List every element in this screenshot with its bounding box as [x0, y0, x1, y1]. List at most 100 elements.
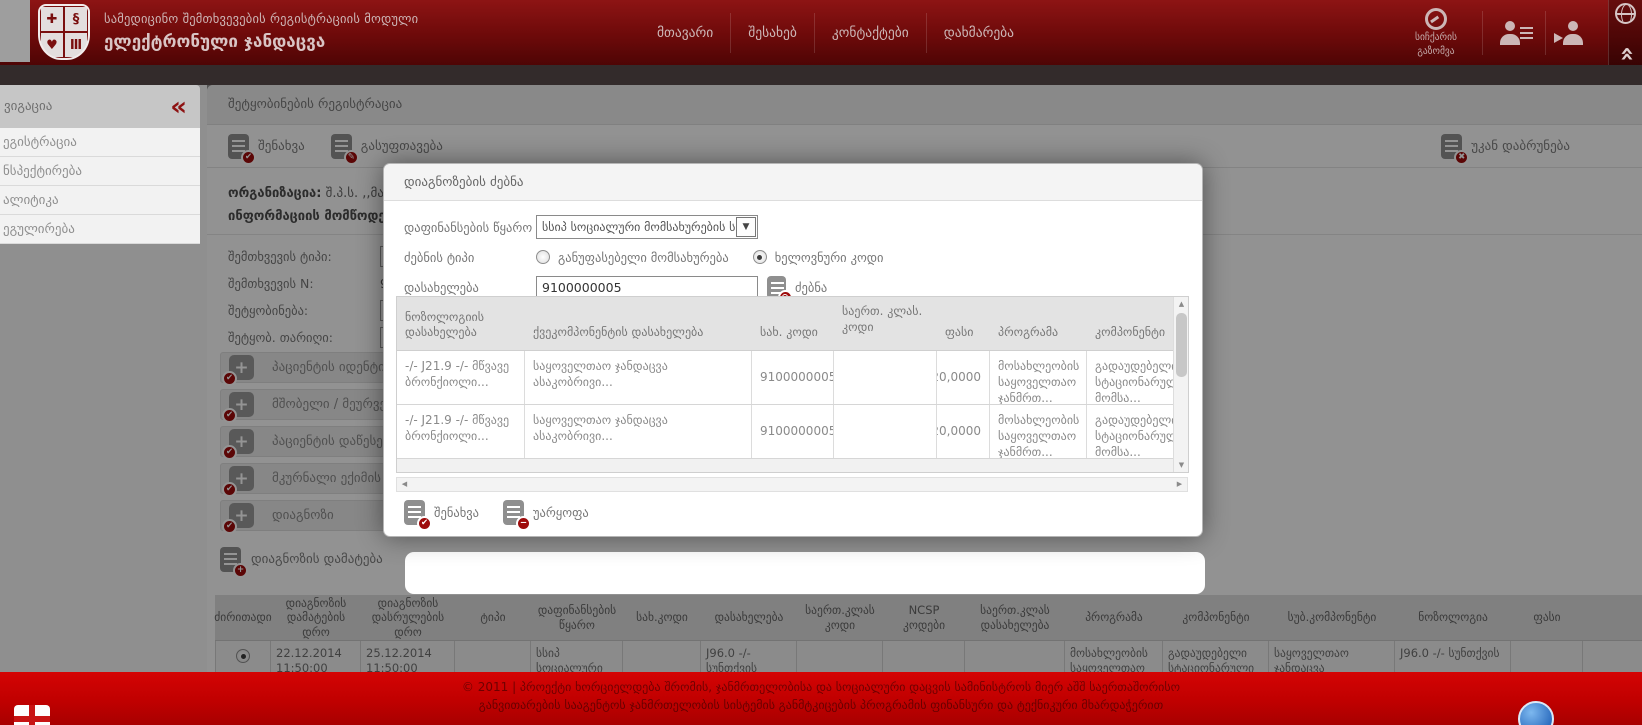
modal-cancel-button[interactable]: − უარყოფა — [503, 500, 589, 525]
modal-form: დაფინანსების წყარო სსიპ სოციალური მომსახ… — [384, 201, 1202, 300]
cell-subcomponent: საყოველთაო ჯანდაცვა ასაკობრივი... — [525, 351, 752, 404]
sidebar: ვიგაცია « ეგისტრაცია ნსპექტირება ალიტიკა… — [0, 85, 200, 244]
nav-home[interactable]: მთავარი — [640, 25, 730, 41]
column-icon: Ⅲ — [64, 32, 88, 58]
cell-price: 220,0000 — [937, 405, 990, 458]
cell-subcomponent: საყოველთაო ჯანდაცვა ასაკობრივი... — [525, 405, 752, 458]
globe-icon[interactable] — [1615, 3, 1636, 24]
sidebar-collapse-icon[interactable]: « — [170, 97, 187, 117]
search-results-table: ნოზოლოგიის დასახელება ქვეკომპონენტის დას… — [396, 296, 1189, 473]
save-doc-icon: ✔ — [404, 500, 425, 525]
app-logo: ✚ § ♥ Ⅲ — [38, 4, 90, 60]
user-profile-icon[interactable] — [1497, 21, 1531, 45]
page-gap-strip — [0, 65, 1642, 85]
scroll-left-icon[interactable]: ◀ — [397, 478, 412, 491]
col-nosology-name: ნოზოლოგიის დასახელება — [397, 297, 525, 350]
white-popup-panel — [405, 552, 1205, 594]
gauge-icon — [1425, 8, 1447, 30]
sidebar-item-analytics[interactable]: ალიტიკა — [0, 186, 200, 215]
radio-priced-service[interactable]: განუფასებელი მომსახურება — [536, 250, 729, 265]
speed-test-button[interactable]: სიჩქარის გაზომვა — [1390, 8, 1482, 58]
horizontal-scrollbar[interactable]: ◀ ▶ — [396, 477, 1188, 492]
cell-intl-code — [834, 351, 937, 404]
funding-source-label: დაფინანსების წყარო — [404, 220, 536, 235]
cell-program: მოსახლეობის საყოველთაო ჯანმრთ... — [990, 405, 1087, 458]
cross-icon: ✚ — [40, 6, 64, 32]
col-price: ფასი — [937, 297, 990, 350]
cell-nosology: -/- J21.9 -/- მწვავე ბრონქიოლი... — [397, 405, 525, 458]
funding-source-value: სსიპ სოციალური მომსახურების საა — [537, 220, 735, 234]
search-type-row: ძებნის ტიპი განუფასებელი მომსახურება ხელ… — [404, 244, 1202, 270]
radio-icon[interactable] — [536, 250, 550, 264]
scroll-right-icon[interactable]: ▶ — [1172, 478, 1187, 491]
radio-priced-label: განუფასებელი მომსახურება — [558, 250, 729, 265]
header-divider — [1482, 11, 1483, 55]
name-label: დასახელება — [404, 280, 536, 295]
modal-actions: ✔ შენახვა − უარყოფა — [404, 500, 589, 525]
cell-program: მოსახლეობის საყოველთაო ჯანმრთ... — [990, 351, 1087, 404]
radio-manual-code[interactable]: ხელოვნური კოდი — [753, 250, 884, 265]
diagnosis-search-modal: დიაგნოზების ძებნა დაფინანსების წყარო სსი… — [383, 163, 1203, 537]
cell-code: 9100000005/1 — [752, 405, 834, 458]
minus-badge-icon: − — [516, 516, 531, 531]
vertical-scrollbar[interactable]: ▲ ▼ — [1173, 297, 1188, 472]
funding-source-row: დაფინანსების წყარო სსიპ სოციალური მომსახ… — [404, 214, 1202, 240]
main-nav: მთავარი შესახებ კონტაქტები დახმარება — [640, 0, 1031, 65]
sidebar-header: ვიგაცია « — [0, 85, 200, 128]
cell-component: გადაუდებელი სტაციონარული მომსა... — [1087, 351, 1174, 404]
nav-help[interactable]: დახმარება — [927, 25, 1031, 41]
nav-contacts[interactable]: კონტაქტები — [815, 25, 926, 41]
sidebar-item-registration[interactable]: ეგისტრაცია — [0, 128, 200, 157]
cancel-doc-icon: − — [503, 500, 524, 525]
nav-about[interactable]: შესახებ — [731, 25, 814, 41]
cell-component: გადაუდებელი სტაციონარული მომსა... — [1087, 405, 1174, 458]
result-row[interactable]: -/- J21.9 -/- მწვავე ბრონქიოლი... საყოვე… — [397, 405, 1188, 459]
logout-icon[interactable] — [1560, 21, 1594, 45]
user-list-lines — [1520, 27, 1533, 41]
col-component: კომპონენტი — [1087, 297, 1174, 350]
header-actions: სიჩქარის გაზომვა — [1390, 0, 1608, 65]
collapse-header-icon[interactable]: » — [1615, 46, 1635, 62]
modal-cancel-label: უარყოფა — [533, 505, 589, 520]
chevron-down-icon[interactable]: ▼ — [736, 217, 756, 237]
col-intl-class-code: საერთ. კლას. კოდი — [834, 297, 937, 350]
result-row[interactable]: -/- J21.9 -/- მწვავე ბრონქიოლი... საყოვე… — [397, 351, 1188, 405]
modal-save-button[interactable]: ✔ შენახვა — [404, 500, 479, 525]
check-badge-icon: ✔ — [417, 516, 432, 531]
footer-line-1: © 2011 | პროექტი ხორციელდება შრომის, ჯან… — [0, 680, 1642, 694]
header-divider — [1545, 11, 1546, 55]
header-edge-strip: » — [1608, 0, 1642, 65]
top-header: ✚ § ♥ Ⅲ სამედიცინო შემთხვევების რეგისტრა… — [0, 0, 1642, 65]
funding-source-select[interactable]: სსიპ სოციალური მომსახურების საა ▼ — [536, 215, 758, 239]
page-corner — [0, 0, 30, 62]
app: ✚ § ♥ Ⅲ სამედიცინო შემთხვევების რეგისტრა… — [0, 0, 1642, 725]
radio-manual-label: ხელოვნური კოდი — [775, 250, 884, 265]
caduceus-icon: § — [64, 6, 88, 32]
scroll-up-icon[interactable]: ▲ — [1174, 297, 1189, 311]
name-search-input[interactable] — [536, 276, 758, 298]
table-filler — [397, 459, 1188, 472]
app-title: ელექტრონული ჯანდაცვა — [104, 32, 418, 52]
logout-arrow — [1554, 33, 1563, 43]
col-state-code: სახ. კოდი — [752, 297, 834, 350]
search-label: ძებნა — [795, 280, 827, 295]
radio-icon-selected[interactable] — [753, 250, 767, 264]
speed-test-label-1: სიჩქარის — [1415, 32, 1457, 44]
app-subtitle: სამედიცინო შემთხვევების რეგისტრაციის მოდ… — [104, 11, 418, 26]
cell-nosology: -/- J21.9 -/- მწვავე ბრონქიოლი... — [397, 351, 525, 404]
scroll-thumb[interactable] — [1176, 313, 1187, 377]
sidebar-item-regulation[interactable]: ეგულირება — [0, 215, 200, 244]
footer-line-2: განვითარების სააგენტოს ჯანმრთელობის სისტ… — [0, 698, 1642, 712]
app-titles: სამედიცინო შემთხვევების რეგისტრაციის მოდ… — [104, 11, 418, 52]
sidebar-title: ვიგაცია — [4, 99, 52, 114]
results-header: ნოზოლოგიის დასახელება ქვეკომპონენტის დას… — [397, 297, 1188, 351]
sidebar-item-inspection[interactable]: ნსპექტირება — [0, 157, 200, 186]
modal-save-label: შენახვა — [434, 505, 479, 520]
cell-intl-code — [834, 405, 937, 458]
modal-title: დიაგნოზების ძებნა — [384, 164, 1202, 201]
heart-icon: ♥ — [40, 32, 64, 58]
georgian-flag-icon — [14, 705, 50, 725]
search-type-label: ძებნის ტიპი — [404, 250, 536, 265]
cell-code: 9100000005/1 — [752, 351, 834, 404]
scroll-down-icon[interactable]: ▼ — [1174, 458, 1189, 472]
